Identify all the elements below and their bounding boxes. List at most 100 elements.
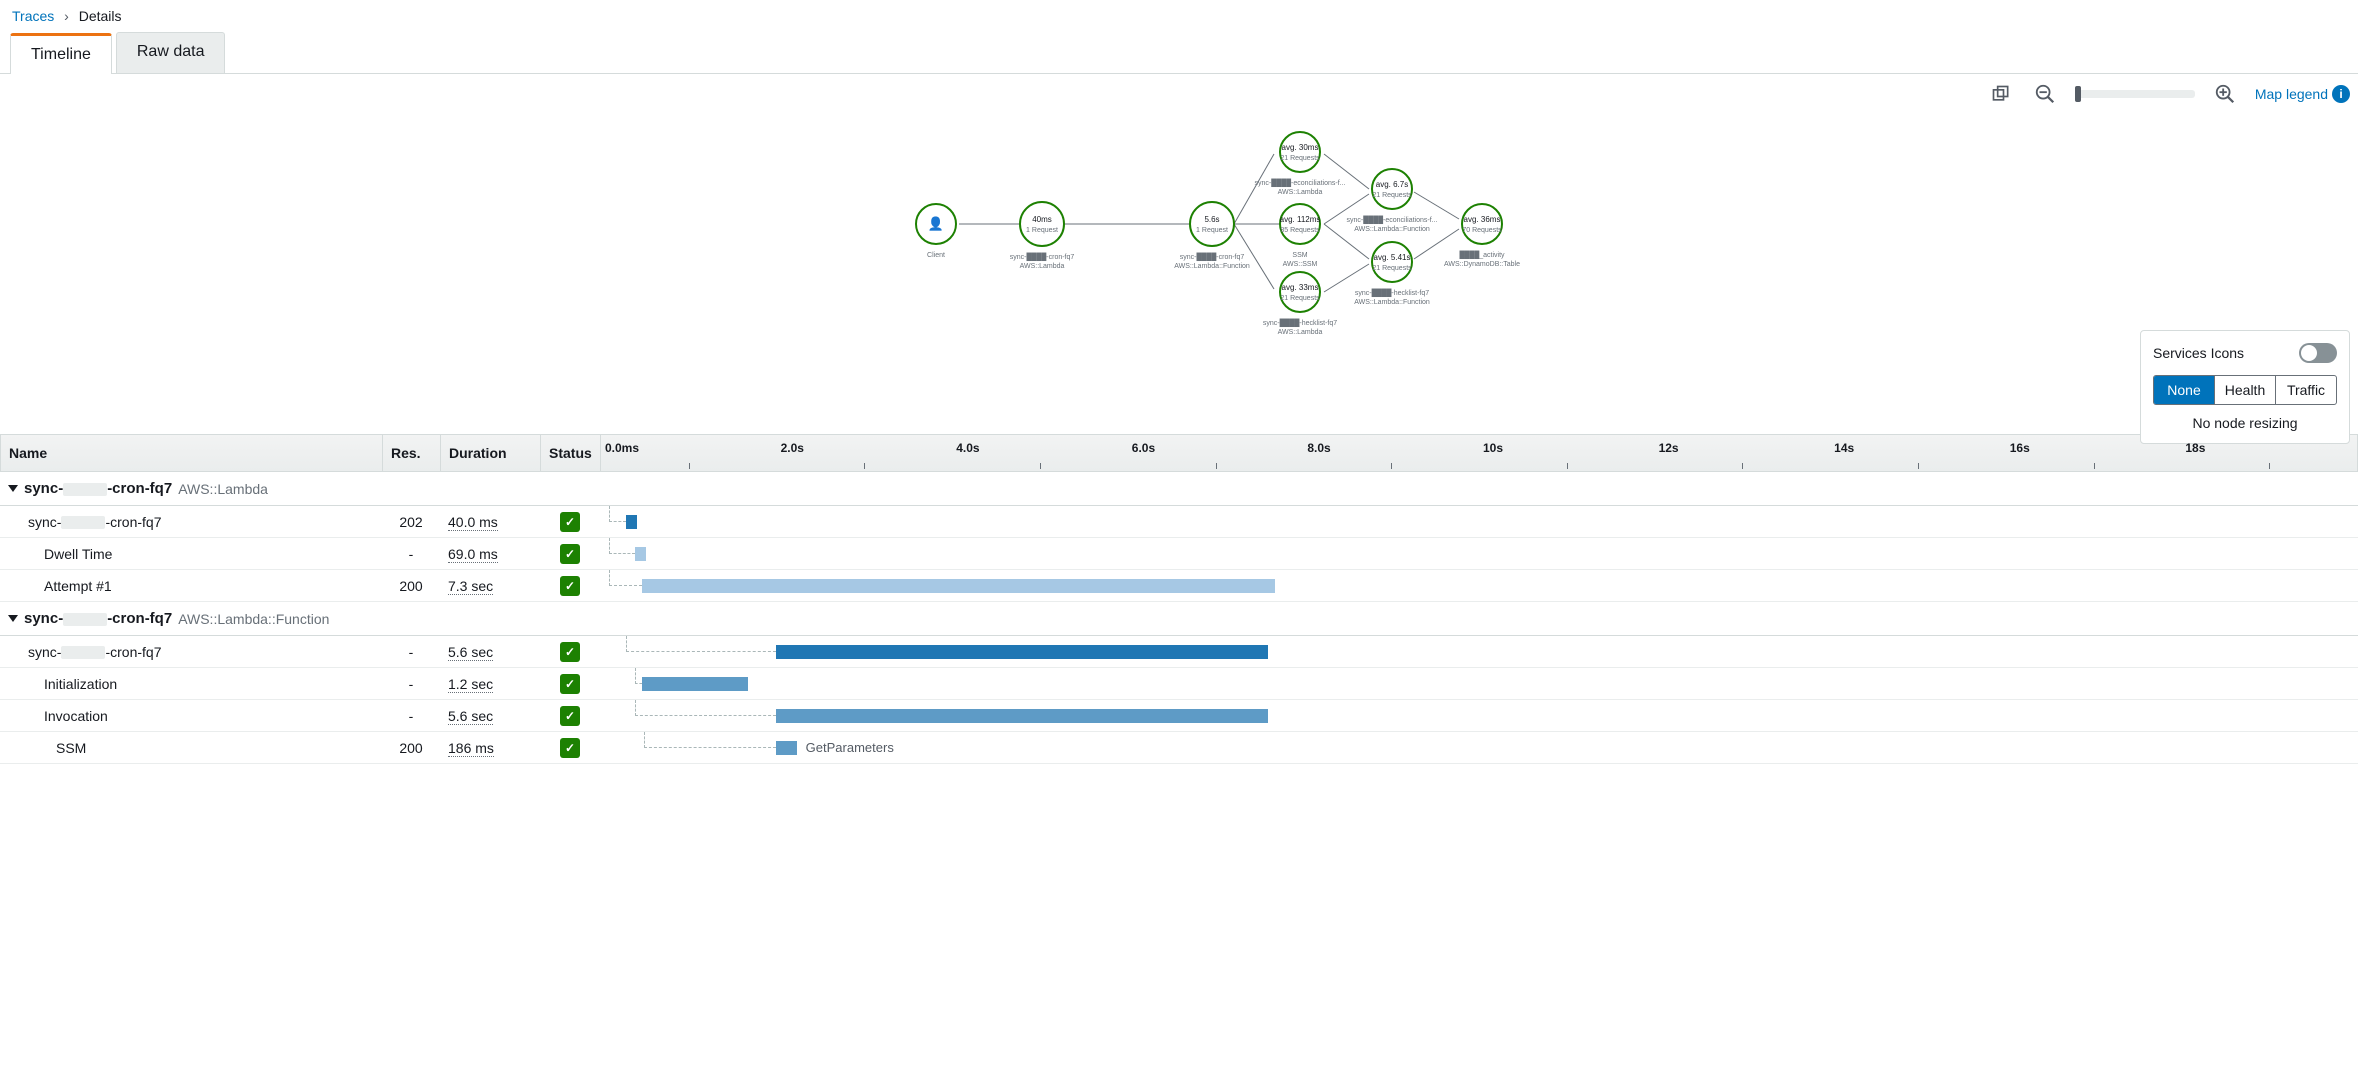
axis-tick: 0.0ms (601, 435, 777, 471)
map-node-checklist-fn[interactable]: avg. 5.41s 21 Requests sync-████-hecklis… (1354, 242, 1430, 306)
group-title: sync--cron-fq7 (24, 480, 172, 497)
row-res: - (382, 644, 440, 660)
caret-down-icon[interactable] (8, 615, 18, 622)
table-row[interactable]: Dwell Time - 69.0 ms ✓ (0, 538, 2358, 570)
row-chart: GetParameters (600, 732, 2358, 763)
axis-tick: 10s (1479, 435, 1655, 471)
map-node-lambda1[interactable]: 40ms 1 Request sync-████-cron-fq7 AWS::L… (1010, 202, 1075, 270)
group-subtype: AWS::Lambda (178, 481, 268, 497)
redacted (63, 613, 107, 626)
row-duration: 69.0 ms (440, 546, 540, 562)
svg-text:Client: Client (927, 252, 945, 259)
tab-timeline[interactable]: Timeline (10, 33, 112, 74)
services-icons-label: Services Icons (2153, 345, 2244, 361)
timeline-table: Name Res. Duration Status 0.0ms2.0s4.0s6… (0, 434, 2358, 764)
table-row[interactable]: Attempt #1 200 7.3 sec ✓ (0, 570, 2358, 602)
caret-down-icon[interactable] (8, 485, 18, 492)
services-icons-toggle[interactable] (2299, 343, 2337, 363)
map-node-recon-fn[interactable]: avg. 6.7s 21 Requests sync-████-econcili… (1346, 169, 1437, 233)
col-res: Res. (383, 435, 441, 471)
table-row[interactable]: sync--cron-fq7 202 40.0 ms ✓ (0, 506, 2358, 538)
svg-text:sync-████-hecklist-fq7: sync-████-hecklist-fq7 (1263, 318, 1337, 328)
service-map: Map legend i 👤 Client 40ms (0, 74, 2358, 374)
row-chart (600, 668, 2358, 699)
group-header[interactable]: sync--cron-fq7 AWS::Lambda (0, 472, 2358, 506)
svg-text:21 Requests: 21 Requests (1280, 295, 1320, 302)
svg-text:21 Requests: 21 Requests (1372, 265, 1412, 272)
row-status: ✓ (540, 576, 600, 596)
svg-text:AWS::Lambda: AWS::Lambda (1020, 263, 1065, 270)
axis-tick: 16s (2006, 435, 2182, 471)
svg-text:AWS::Lambda: AWS::Lambda (1278, 329, 1323, 336)
row-name: Initialization (0, 676, 382, 692)
check-icon: ✓ (560, 738, 580, 758)
svg-text:sync-████-cron-fq7: sync-████-cron-fq7 (1010, 252, 1075, 262)
check-icon: ✓ (560, 512, 580, 532)
group-title: sync--cron-fq7 (24, 610, 172, 627)
svg-text:avg. 36ms: avg. 36ms (1464, 215, 1501, 224)
row-name: sync--cron-fq7 (0, 644, 382, 660)
svg-text:avg. 6.7s: avg. 6.7s (1376, 180, 1408, 189)
row-status: ✓ (540, 642, 600, 662)
svg-text:AWS::Lambda::Function: AWS::Lambda::Function (1354, 299, 1430, 306)
map-node-checklist-lambda[interactable]: avg. 33ms 21 Requests sync-████-hecklist… (1263, 272, 1337, 336)
row-res: 200 (382, 578, 440, 594)
axis-tick: 8.0s (1303, 435, 1479, 471)
svg-text:AWS::SSM: AWS::SSM (1283, 261, 1318, 268)
tab-rawdata[interactable]: Raw data (116, 32, 226, 73)
svg-text:AWS::DynamoDB::Table: AWS::DynamoDB::Table (1444, 261, 1520, 268)
row-status: ✓ (540, 738, 600, 758)
axis-tick: 18s (2181, 435, 2357, 471)
axis-tick: 12s (1655, 435, 1831, 471)
axis-tick: 2.0s (777, 435, 953, 471)
row-chart (600, 700, 2358, 731)
svg-text:1 Request: 1 Request (1196, 227, 1228, 234)
col-chart: 0.0ms2.0s4.0s6.0s8.0s10s12s14s16s18s (601, 435, 2357, 471)
svg-text:40ms: 40ms (1032, 215, 1052, 224)
svg-text:avg. 30ms: avg. 30ms (1282, 143, 1319, 152)
svg-text:SSM: SSM (1292, 252, 1307, 259)
check-icon: ✓ (560, 576, 580, 596)
row-name: sync--cron-fq7 (0, 514, 382, 530)
row-duration: 40.0 ms (440, 514, 540, 530)
row-name: Invocation (0, 708, 382, 724)
row-duration: 186 ms (440, 740, 540, 756)
svg-text:👤: 👤 (928, 216, 944, 231)
svg-text:████_activity: ████_activity (1459, 250, 1505, 260)
group-header[interactable]: sync--cron-fq7 AWS::Lambda::Function (0, 602, 2358, 636)
table-row[interactable]: sync--cron-fq7 - 5.6 sec ✓ (0, 636, 2358, 668)
col-duration: Duration (441, 435, 541, 471)
seg-health[interactable]: Health (2215, 376, 2276, 404)
graph-canvas[interactable]: 👤 Client 40ms 1 Request sync-████-cron-f… (0, 74, 2358, 374)
map-node-dynamodb[interactable]: avg. 36ms 70 Requests ████_activity AWS:… (1444, 204, 1520, 268)
row-duration: 5.6 sec (440, 708, 540, 724)
table-row[interactable]: Initialization - 1.2 sec ✓ (0, 668, 2358, 700)
map-node-client[interactable]: 👤 Client (916, 204, 956, 259)
svg-text:21 Requests: 21 Requests (1280, 155, 1320, 162)
group-subtype: AWS::Lambda::Function (178, 611, 329, 627)
row-chart (600, 538, 2358, 569)
row-name: SSM (0, 740, 382, 756)
check-icon: ✓ (560, 706, 580, 726)
row-res: - (382, 676, 440, 692)
node-mode-segmented: None Health Traffic (2153, 375, 2337, 405)
map-node-lambda-fn[interactable]: 5.6s 1 Request sync-████-cron-fq7 AWS::L… (1174, 202, 1250, 270)
breadcrumb-root[interactable]: Traces (12, 8, 54, 24)
seg-traffic[interactable]: Traffic (2276, 376, 2336, 404)
svg-text:5.6s: 5.6s (1204, 215, 1219, 224)
row-name: Dwell Time (0, 546, 382, 562)
axis-tick: 6.0s (1128, 435, 1304, 471)
table-row[interactable]: SSM 200 186 ms ✓ GetParameters (0, 732, 2358, 764)
row-chart (600, 570, 2358, 601)
svg-text:avg. 112ms: avg. 112ms (1280, 215, 1321, 224)
row-status: ✓ (540, 512, 600, 532)
table-row[interactable]: Invocation - 5.6 sec ✓ (0, 700, 2358, 732)
col-status: Status (541, 435, 601, 471)
map-node-ssm[interactable]: avg. 112ms 85 Requests SSM AWS::SSM (1280, 204, 1321, 268)
row-status: ✓ (540, 544, 600, 564)
col-name: Name (1, 435, 383, 471)
check-icon: ✓ (560, 544, 580, 564)
chevron-right-icon: › (64, 8, 69, 24)
seg-none[interactable]: None (2154, 376, 2215, 404)
row-status: ✓ (540, 674, 600, 694)
